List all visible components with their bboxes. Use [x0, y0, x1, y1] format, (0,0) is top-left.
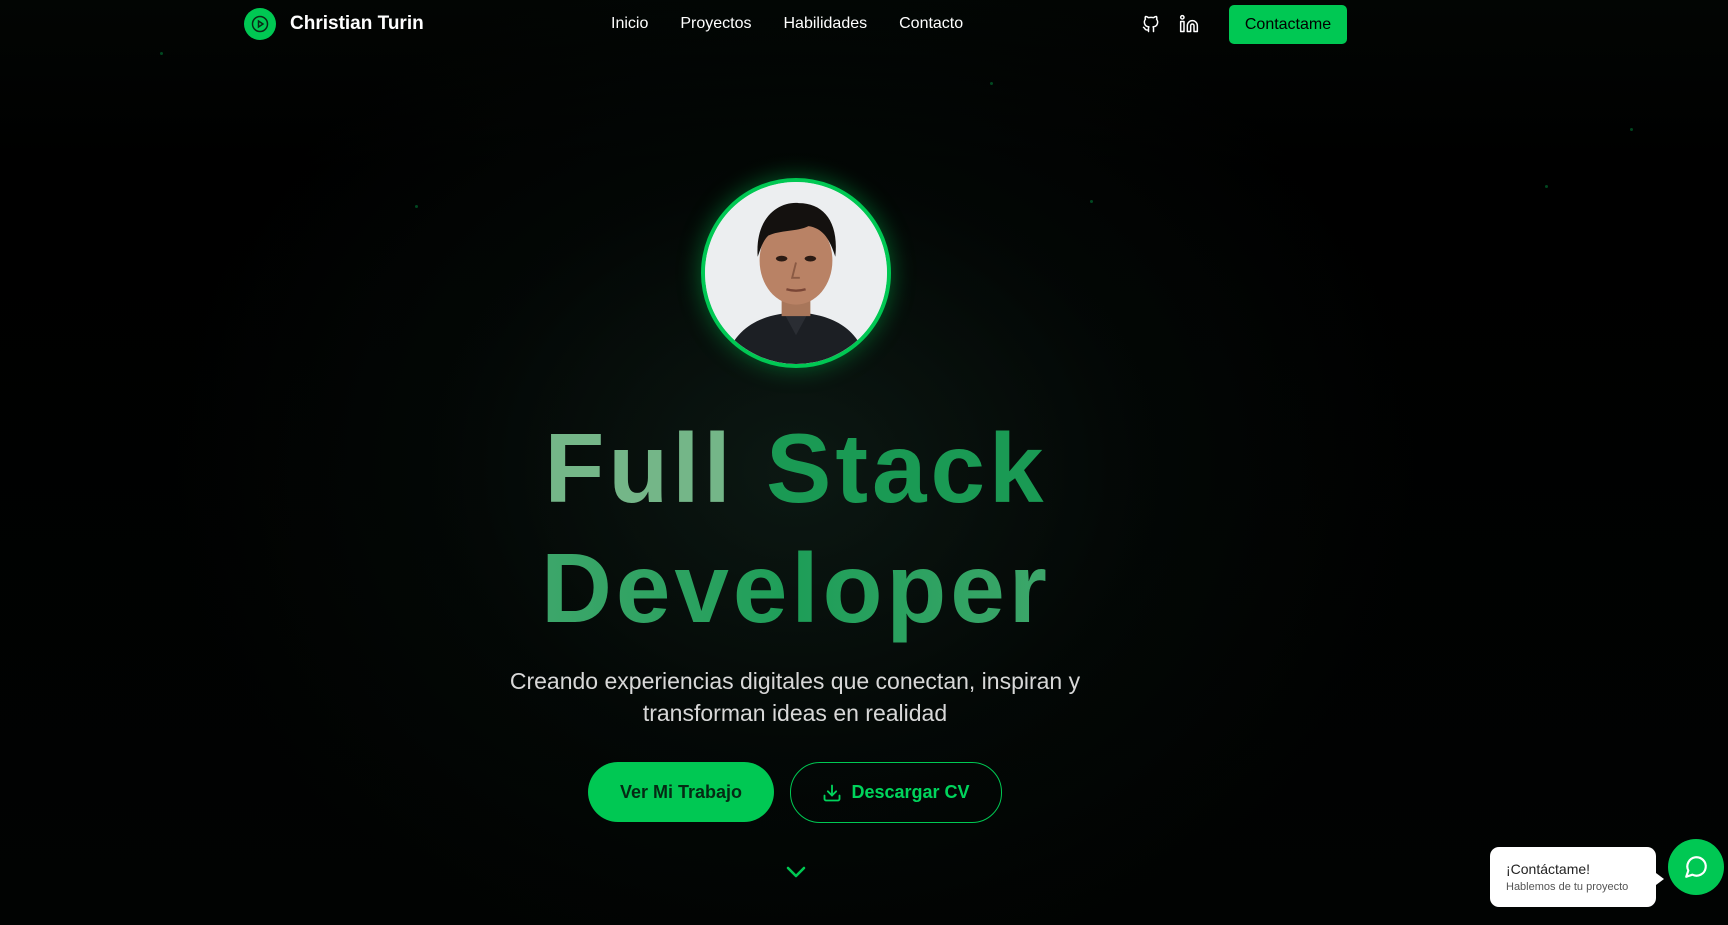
- chat-prompt-subtitle: Hablemos de tu proyecto: [1506, 881, 1629, 893]
- nav-link-habilidades[interactable]: Habilidades: [784, 12, 868, 36]
- headline-word-stack: Stack: [765, 413, 1048, 523]
- chat-button[interactable]: [1668, 839, 1724, 895]
- chevron-down-icon[interactable]: [783, 862, 809, 882]
- headline-word-full: Full: [544, 413, 735, 523]
- site-header: Christian Turin Inicio Proyectos Habilid…: [0, 0, 1728, 48]
- subtitle-line-2: transforman ideas en realidad: [642, 700, 948, 726]
- hero-subtitle: Creando experiencias digitales que conec…: [450, 665, 1140, 729]
- nav-link-contacto[interactable]: Contacto: [899, 12, 963, 36]
- profile-avatar: [701, 178, 891, 368]
- play-logo-icon: [244, 8, 276, 40]
- chat-prompt-bubble[interactable]: ¡Contáctame! Hablemos de tu proyecto: [1490, 847, 1664, 907]
- contact-button[interactable]: Contactame: [1229, 5, 1347, 44]
- nav-link-inicio[interactable]: Inicio: [611, 12, 648, 36]
- brand-name: Christian Turin: [290, 13, 424, 34]
- headline-line-1: Full Stack: [0, 408, 1592, 528]
- brand-link[interactable]: Christian Turin: [244, 8, 424, 40]
- main-nav: Inicio Proyectos Habilidades Contacto: [611, 12, 963, 36]
- download-icon: [824, 784, 841, 801]
- linkedin-icon[interactable]: [1177, 12, 1201, 36]
- headline-line-2: Developer: [0, 528, 1592, 648]
- nav-link-proyectos[interactable]: Proyectos: [680, 12, 751, 36]
- page: Christian Turin Inicio Proyectos Habilid…: [0, 0, 1728, 925]
- chat-icon: [1685, 856, 1707, 878]
- chat-prompt-title: ¡Contáctame!: [1506, 861, 1591, 877]
- download-cv-label: Descargar CV: [851, 782, 970, 802]
- hero-headline: Full Stack Developer: [0, 408, 1592, 648]
- social-links: [1139, 12, 1201, 36]
- github-icon[interactable]: [1139, 12, 1163, 36]
- subtitle-line-1: Creando experiencias digitales que conec…: [509, 668, 1081, 694]
- view-work-button[interactable]: Ver Mi Trabajo: [588, 762, 774, 822]
- download-cv-button[interactable]: Descargar CV: [790, 762, 1002, 823]
